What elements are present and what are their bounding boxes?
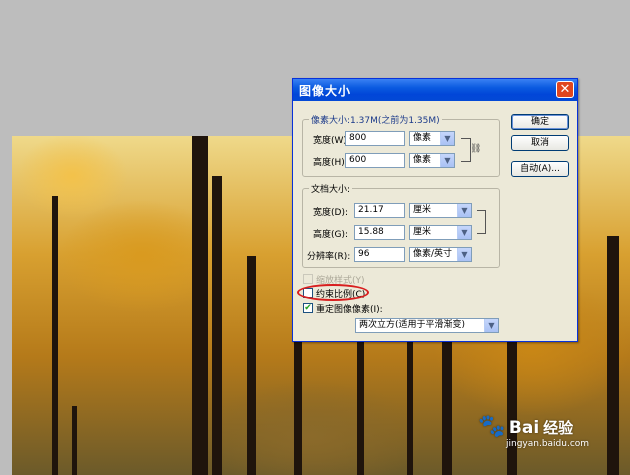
baidu-watermark: 🐾 Bai 经验 jingyan.baidu.com [478, 414, 589, 449]
pixel-height-input[interactable]: 600 [345, 153, 405, 168]
doc-width-label: 宽度(D): [313, 208, 348, 218]
resample-method: 两次立方(适用于平滑渐变) [359, 320, 466, 330]
cancel-button[interactable]: 取消 [511, 135, 569, 151]
pixel-height-unit-select[interactable]: 像素 ▼ [409, 153, 455, 168]
link-chain-icon: ⛓ [470, 144, 482, 154]
scale-styles-checkbox[interactable] [303, 274, 313, 284]
image-size-dialog: 图像大小 ✕ 像素大小:1.37M(之前为1.35M) 宽度(W): 800 像… [292, 78, 578, 342]
document-size-group: 文档大小: 宽度(D): 21.17 厘米 ▼ 高度(G): 15.88 厘米 … [302, 182, 500, 268]
pixel-height-label: 高度(H): [313, 158, 348, 168]
doc-height-unit: 厘米 [413, 227, 432, 237]
doc-height-label: 高度(G): [313, 230, 349, 240]
doc-width-unit-select[interactable]: 厘米 ▼ [409, 203, 472, 218]
baidu-paw-icon: 🐾 [478, 414, 506, 439]
resolution-unit-select[interactable]: 像素/英寸 ▼ [409, 247, 472, 262]
pixel-width-input[interactable]: 800 [345, 131, 405, 146]
doc-width-unit: 厘米 [413, 205, 432, 215]
chevron-down-icon: ▼ [457, 248, 471, 261]
pixel-dimensions-label: 像素大小:1.37M(之前为1.35M) [309, 113, 442, 126]
resample-label: 重定图像像素(I): [316, 305, 383, 315]
watermark-logo-text-2: 经验 [543, 419, 574, 437]
resolution-unit: 像素/英寸 [413, 249, 453, 259]
document-link-bracket [477, 210, 486, 234]
doc-height-unit-select[interactable]: 厘米 ▼ [409, 225, 472, 240]
watermark-logo-text: Bai [508, 418, 540, 438]
auto-button[interactable]: 自动(A)... [511, 161, 569, 177]
pixel-height-unit: 像素 [413, 155, 432, 165]
pixel-width-unit: 像素 [413, 133, 432, 143]
document-size-label: 文档大小: [309, 182, 353, 195]
highlight-oval [297, 284, 369, 301]
dialog-titlebar[interactable]: 图像大小 ✕ [293, 79, 577, 101]
close-icon[interactable]: ✕ [556, 81, 574, 98]
resample-method-select[interactable]: 两次立方(适用于平滑渐变) ▼ [355, 318, 499, 333]
ok-button[interactable]: 确定 [511, 114, 569, 130]
resolution-input[interactable]: 96 [354, 247, 405, 262]
chevron-down-icon: ▼ [457, 226, 471, 239]
resolution-label: 分辨率(R): [307, 252, 351, 262]
chevron-down-icon: ▼ [484, 319, 498, 332]
doc-height-input[interactable]: 15.88 [354, 225, 405, 240]
resample-checkbox[interactable]: ✔ [303, 303, 313, 313]
chevron-down-icon: ▼ [440, 132, 454, 145]
chevron-down-icon: ▼ [457, 204, 471, 217]
pixel-width-unit-select[interactable]: 像素 ▼ [409, 131, 455, 146]
watermark-url: jingyan.baidu.com [506, 439, 590, 449]
doc-width-input[interactable]: 21.17 [354, 203, 405, 218]
chevron-down-icon: ▼ [440, 154, 454, 167]
dialog-title: 图像大小 [299, 84, 352, 98]
pixel-dimensions-group: 像素大小:1.37M(之前为1.35M) 宽度(W): 800 像素 ▼ 高度(… [302, 113, 500, 177]
